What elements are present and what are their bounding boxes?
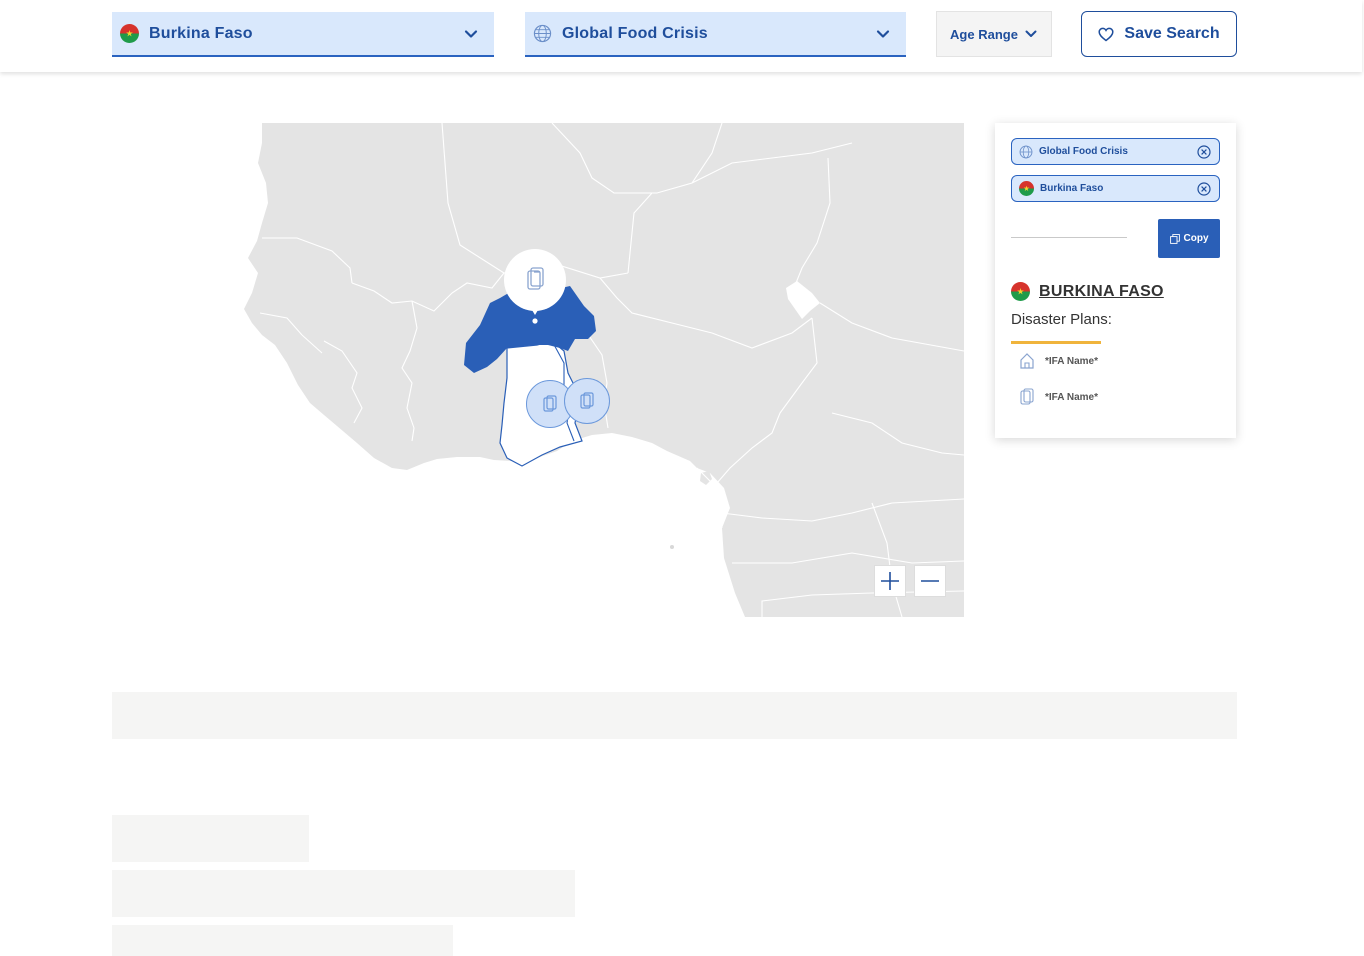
island	[670, 545, 674, 549]
loading-placeholder	[112, 925, 453, 956]
country-name-link[interactable]: BURKINA FASO	[1039, 283, 1164, 301]
plan-item[interactable]: *IFA Name*	[1019, 352, 1098, 370]
save-search-label: Save Search	[1124, 25, 1220, 42]
crisis-select-label: Global Food Crisis	[562, 24, 708, 42]
copy-button[interactable]: Copy	[1158, 219, 1220, 258]
minus-icon	[921, 580, 939, 582]
cluster-marker[interactable]	[563, 377, 611, 425]
divider	[1011, 341, 1101, 344]
land-mass	[244, 123, 964, 617]
filter-chip-crisis[interactable]: Global Food Crisis	[1011, 138, 1220, 165]
loading-placeholder	[112, 870, 575, 917]
country-select[interactable]: Burkina Faso	[112, 12, 494, 57]
zoom-in-button[interactable]	[874, 565, 906, 597]
chevron-down-icon	[1025, 30, 1037, 37]
burkina-faso-flag-icon	[1011, 282, 1030, 301]
burkina-faso-flag-icon	[1019, 181, 1034, 196]
chip-label: Burkina Faso	[1040, 183, 1104, 194]
country-heading: BURKINA FASO	[1011, 282, 1164, 301]
remove-chip-icon[interactable]	[1197, 181, 1211, 196]
plan-name: *IFA Name*	[1045, 355, 1098, 367]
filter-bar: Burkina Faso Global Food Crisis Age Rang…	[0, 0, 1362, 72]
zoom-out-button[interactable]	[914, 565, 946, 597]
chip-label: Global Food Crisis	[1039, 146, 1128, 157]
age-range-label: Age Range	[950, 26, 1018, 42]
disaster-plans-label: Disaster Plans:	[1011, 311, 1112, 328]
globe-icon	[1019, 145, 1033, 158]
map-pin-marker[interactable]	[503, 249, 567, 325]
country-select-label: Burkina Faso	[149, 24, 253, 42]
chevron-down-icon	[876, 29, 890, 38]
phone-icon	[1020, 388, 1034, 405]
map-view[interactable]	[112, 123, 964, 617]
plus-icon	[881, 572, 899, 590]
save-search-button[interactable]: Save Search	[1081, 11, 1237, 57]
chevron-down-icon	[464, 29, 478, 38]
globe-icon	[533, 24, 552, 43]
crisis-select[interactable]: Global Food Crisis	[525, 12, 906, 57]
house-icon	[1020, 353, 1034, 369]
heart-icon	[1098, 27, 1114, 41]
details-panel: Global Food Crisis Burkina Faso Copy BUR…	[995, 123, 1236, 438]
loading-placeholder	[112, 692, 1237, 739]
plan-name: *IFA Name*	[1045, 391, 1098, 403]
plan-item[interactable]: *IFA Name*	[1019, 388, 1098, 406]
loading-placeholder	[112, 815, 309, 862]
west-africa-map	[244, 123, 964, 617]
copy-label: Copy	[1183, 233, 1209, 244]
remove-chip-icon[interactable]	[1197, 144, 1211, 159]
burkina-faso-flag-icon	[120, 24, 139, 43]
filter-chip-country[interactable]: Burkina Faso	[1011, 175, 1220, 202]
copy-icon	[1169, 233, 1180, 244]
age-range-dropdown[interactable]: Age Range	[936, 11, 1052, 57]
share-link-field[interactable]	[1011, 237, 1127, 238]
